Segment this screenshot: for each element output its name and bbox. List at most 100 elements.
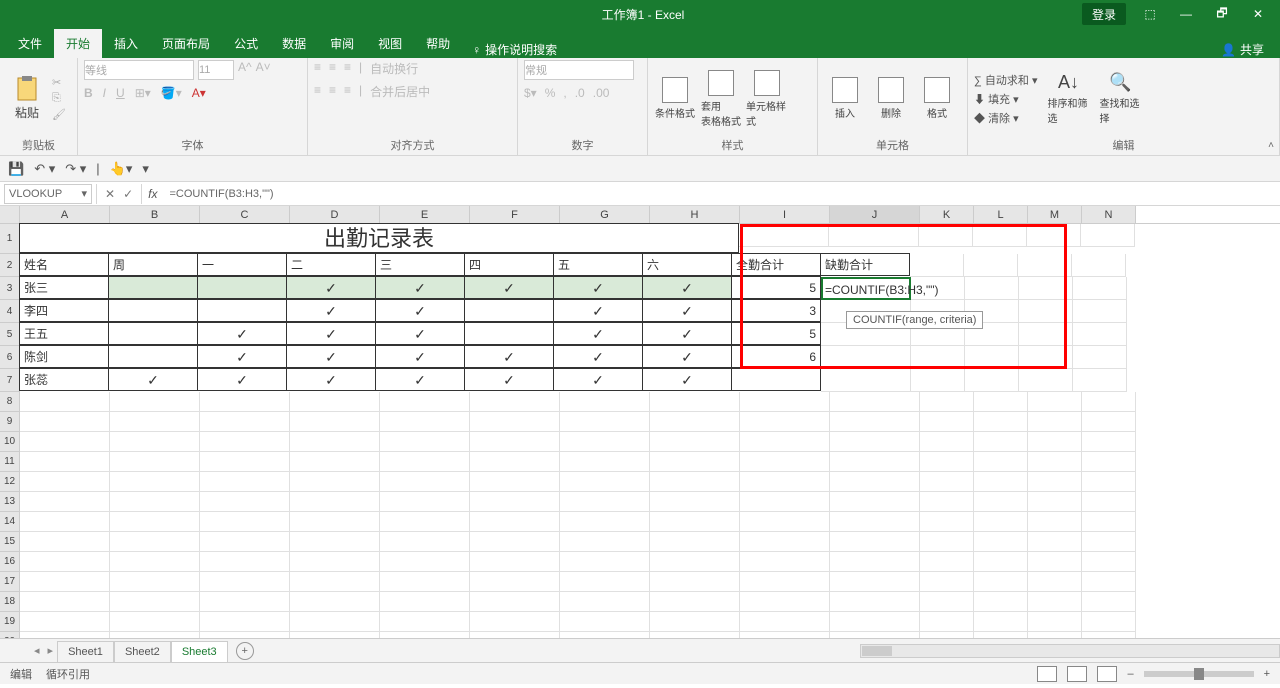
- cell[interactable]: [200, 532, 290, 552]
- attendance-cell[interactable]: ✓: [197, 322, 287, 345]
- horizontal-scrollbar[interactable]: [860, 644, 1280, 658]
- cell[interactable]: [20, 392, 110, 412]
- col-header-E[interactable]: E: [380, 206, 470, 223]
- cell[interactable]: [470, 472, 560, 492]
- cell[interactable]: [830, 592, 920, 612]
- cell[interactable]: [740, 572, 830, 592]
- format-painter-icon[interactable]: 🖌: [52, 108, 66, 121]
- column-headers[interactable]: ABCDEFGHIJKLMN: [20, 206, 1280, 224]
- cell[interactable]: [1019, 369, 1073, 392]
- col-header-N[interactable]: N: [1082, 206, 1136, 223]
- cell[interactable]: [1028, 512, 1082, 532]
- col-header-D[interactable]: D: [290, 206, 380, 223]
- sheet-tab-1[interactable]: Sheet1: [57, 641, 114, 662]
- col-header-H[interactable]: H: [650, 206, 740, 223]
- cell[interactable]: [20, 612, 110, 632]
- cell[interactable]: [470, 572, 560, 592]
- cell[interactable]: [1019, 300, 1073, 323]
- cell[interactable]: [200, 572, 290, 592]
- cell[interactable]: [1082, 412, 1136, 432]
- cell[interactable]: [470, 592, 560, 612]
- cell[interactable]: [740, 432, 830, 452]
- cell[interactable]: [920, 392, 974, 412]
- cell[interactable]: [200, 612, 290, 632]
- cell[interactable]: [290, 412, 380, 432]
- cell[interactable]: [830, 452, 920, 472]
- cell[interactable]: [290, 592, 380, 612]
- cell[interactable]: [911, 369, 965, 392]
- cond-format-button[interactable]: 条件格式: [654, 77, 696, 120]
- cell[interactable]: [110, 552, 200, 572]
- attendance-cell[interactable]: [108, 299, 198, 322]
- align-top-icon[interactable]: ≡: [314, 60, 321, 77]
- increase-font-icon[interactable]: A^: [238, 60, 252, 80]
- cell[interactable]: [470, 612, 560, 632]
- cell[interactable]: [200, 452, 290, 472]
- currency-icon[interactable]: $▾: [524, 86, 537, 100]
- cell[interactable]: [470, 532, 560, 552]
- spreadsheet-grid[interactable]: ABCDEFGHIJKLMN 1出勤记录表2姓名周一二三四五六全勤合计缺勤合计3…: [0, 206, 1280, 638]
- cell[interactable]: [974, 612, 1028, 632]
- maximize-button[interactable]: 🗗: [1204, 1, 1240, 27]
- tab-insert[interactable]: 插入: [102, 29, 150, 58]
- cell[interactable]: [290, 392, 380, 412]
- fill-button[interactable]: ⬇ 填充 ▾: [974, 91, 1037, 107]
- table-header[interactable]: 二: [286, 253, 376, 276]
- cell[interactable]: [110, 432, 200, 452]
- find-select-button[interactable]: 🔍查找和选择: [1099, 72, 1141, 125]
- cell[interactable]: [470, 552, 560, 572]
- cell[interactable]: [650, 552, 740, 572]
- table-header[interactable]: 姓名: [19, 253, 109, 276]
- collapse-ribbon-icon[interactable]: ˄: [1268, 140, 1274, 151]
- sheet-nav-prev[interactable]: ◂: [30, 644, 44, 657]
- cell[interactable]: [739, 224, 829, 247]
- cell[interactable]: [110, 532, 200, 552]
- cell[interactable]: [20, 632, 110, 638]
- cell[interactable]: [1072, 254, 1126, 277]
- tab-data[interactable]: 数据: [270, 29, 318, 58]
- full-count-cell[interactable]: [731, 368, 821, 391]
- attendance-cell[interactable]: [108, 276, 198, 299]
- cell[interactable]: [1082, 592, 1136, 612]
- underline-button[interactable]: U: [116, 86, 125, 100]
- cell[interactable]: [200, 412, 290, 432]
- tab-file[interactable]: 文件: [6, 29, 54, 58]
- comma-icon[interactable]: ,: [563, 86, 566, 100]
- cell[interactable]: [110, 632, 200, 638]
- cell[interactable]: [740, 632, 830, 638]
- col-header-I[interactable]: I: [740, 206, 830, 223]
- attendance-cell[interactable]: [464, 299, 554, 322]
- inc-decimal-icon[interactable]: .0: [575, 86, 585, 100]
- cell[interactable]: [740, 532, 830, 552]
- wrap-text-button[interactable]: 自动换行: [370, 60, 418, 77]
- cell[interactable]: [974, 452, 1028, 472]
- cell[interactable]: [1073, 323, 1127, 346]
- cell[interactable]: [965, 277, 1019, 300]
- col-header-K[interactable]: K: [920, 206, 974, 223]
- cell[interactable]: [1082, 492, 1136, 512]
- cell[interactable]: [911, 346, 965, 369]
- cell[interactable]: [110, 412, 200, 432]
- cell[interactable]: [650, 392, 740, 412]
- cell[interactable]: [650, 592, 740, 612]
- row-header[interactable]: 14: [0, 512, 20, 532]
- attendance-cell[interactable]: ✓: [642, 299, 732, 322]
- col-header-B[interactable]: B: [110, 206, 200, 223]
- cell[interactable]: [290, 452, 380, 472]
- cell[interactable]: [1081, 224, 1135, 247]
- cell[interactable]: [380, 612, 470, 632]
- login-button[interactable]: 登录: [1082, 3, 1126, 25]
- attendance-cell[interactable]: ✓: [553, 368, 643, 391]
- sheet-tab-3[interactable]: Sheet3: [171, 641, 228, 662]
- cell[interactable]: [974, 472, 1028, 492]
- cell[interactable]: [290, 472, 380, 492]
- cell[interactable]: [974, 412, 1028, 432]
- sort-filter-button[interactable]: A↓排序和筛选: [1047, 72, 1089, 125]
- name-cell[interactable]: 李四: [19, 299, 109, 322]
- align-center-icon[interactable]: ≡: [329, 83, 336, 100]
- redo-icon[interactable]: ↷ ▾: [65, 161, 86, 177]
- bold-button[interactable]: B: [84, 86, 93, 100]
- attendance-cell[interactable]: ✓: [375, 368, 465, 391]
- title-cell[interactable]: 出勤记录表: [19, 223, 739, 253]
- cut-icon[interactable]: ✂: [52, 76, 66, 89]
